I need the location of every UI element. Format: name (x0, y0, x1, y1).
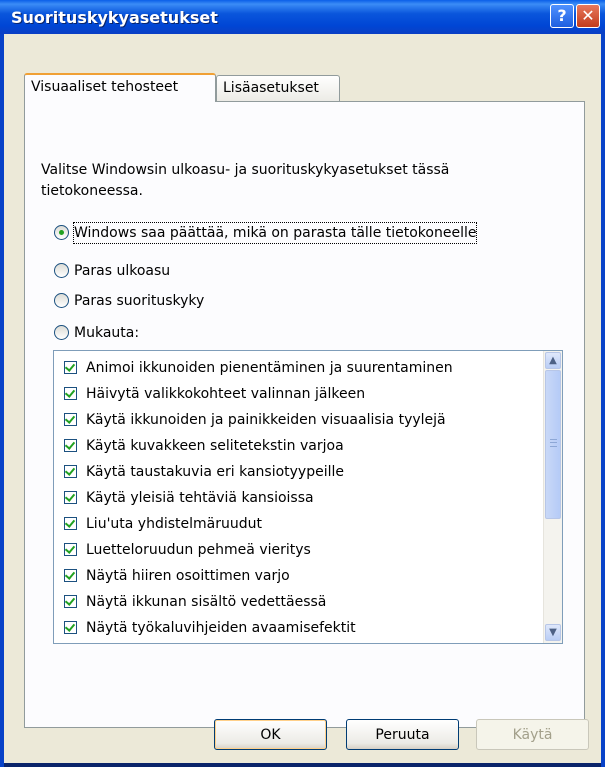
apply-button[interactable]: Käytä (476, 719, 589, 750)
radio-label[interactable]: Paras ulkoasu (74, 261, 170, 281)
list-item-label: Käytä taustakuvia eri kansiotyypeille (86, 464, 344, 480)
radio-button[interactable] (54, 325, 69, 340)
list-item-label: Näytä työkaluvihjeiden avaamisefektit (86, 620, 356, 636)
list-item-label: Käytä ikkunoiden ja painikkeiden visuaal… (86, 412, 446, 428)
performance-options-dialog: Suorituskykyasetukset ? ✕ Visuaaliset te… (0, 0, 605, 767)
window-border-right (601, 34, 605, 767)
cancel-button[interactable]: Peruuta (346, 719, 459, 750)
title-bar[interactable]: Suorituskykyasetukset ? ✕ (0, 0, 605, 34)
list-item-label: Luetteloruudun pehmeä vieritys (86, 542, 311, 558)
effects-listbox[interactable]: Animoi ikkunoiden pienentäminen ja suure… (53, 350, 563, 644)
checkmark-icon (64, 595, 76, 606)
scroll-thumb[interactable] (545, 370, 561, 519)
radio-button[interactable] (54, 293, 69, 308)
checkbox[interactable] (64, 387, 77, 400)
checkmark-icon (64, 569, 76, 580)
checkbox[interactable] (64, 439, 77, 452)
checkmark-icon (64, 621, 76, 632)
checkmark-icon (64, 543, 76, 554)
tab-panel: Valitse Windowsin ulkoasu- ja suoritusky… (24, 101, 585, 728)
radio-label[interactable]: Mukauta: (74, 323, 139, 343)
help-button[interactable]: ? (550, 4, 574, 28)
list-item-label: Käytä kuvakkeen selitetekstin varjoa (86, 438, 344, 454)
checkmark-icon (64, 361, 76, 372)
checkbox[interactable] (64, 621, 77, 634)
tab-visual-effects[interactable]: Visuaaliset tehosteet (24, 73, 216, 102)
checkmark-icon (64, 413, 76, 424)
tab-advanced[interactable]: Lisäasetukset (216, 75, 340, 101)
list-item-label: Näytä hiiren osoittimen varjo (86, 568, 290, 584)
checkbox[interactable] (64, 413, 77, 426)
description-text: Valitse Windowsin ulkoasu- ja suoritusky… (41, 162, 450, 199)
checkbox[interactable] (64, 569, 77, 582)
radio-button[interactable] (54, 263, 69, 278)
checkmark-icon (64, 465, 76, 476)
radio-selected-dot (59, 230, 64, 235)
checkmark-icon (64, 439, 76, 450)
checkmark-icon (64, 491, 76, 502)
checkbox[interactable] (64, 465, 77, 478)
list-item-label: Käytä yleisiä tehtäviä kansioissa (86, 490, 314, 506)
list-item-label: Animoi ikkunoiden pienentäminen ja suure… (86, 360, 453, 376)
radio-label[interactable]: Windows saa päättää, mikä on parasta täl… (72, 222, 478, 244)
window-title: Suorituskykyasetukset (11, 8, 218, 27)
checkbox[interactable] (64, 361, 77, 374)
close-button[interactable]: ✕ (576, 4, 600, 28)
scroll-down-button[interactable]: ▼ (545, 624, 561, 641)
scroll-up-button[interactable]: ▲ (545, 352, 561, 369)
radio-button[interactable] (54, 225, 69, 240)
list-item-label: Näytä ikkunan sisältö vedettäessä (86, 594, 327, 610)
checkbox[interactable] (64, 491, 77, 504)
checkbox[interactable] (64, 517, 77, 530)
checkbox[interactable] (64, 595, 77, 608)
dialog-client-area: Visuaaliset tehosteet Lisäasetukset Vali… (4, 34, 601, 763)
list-item-label: Häivytä valikkokohteet valinnan jälkeen (86, 386, 366, 402)
vertical-scrollbar[interactable]: ▲ ▼ (543, 351, 562, 643)
checkmark-icon (64, 517, 76, 528)
list-item-label: Liu'uta yhdistelmäruudut (86, 516, 262, 532)
checkmark-icon (64, 387, 76, 398)
checkbox[interactable] (64, 543, 77, 556)
radio-label[interactable]: Paras suorituskyky (74, 291, 204, 311)
grip-icon (550, 439, 557, 447)
ok-button[interactable]: OK (214, 719, 327, 750)
